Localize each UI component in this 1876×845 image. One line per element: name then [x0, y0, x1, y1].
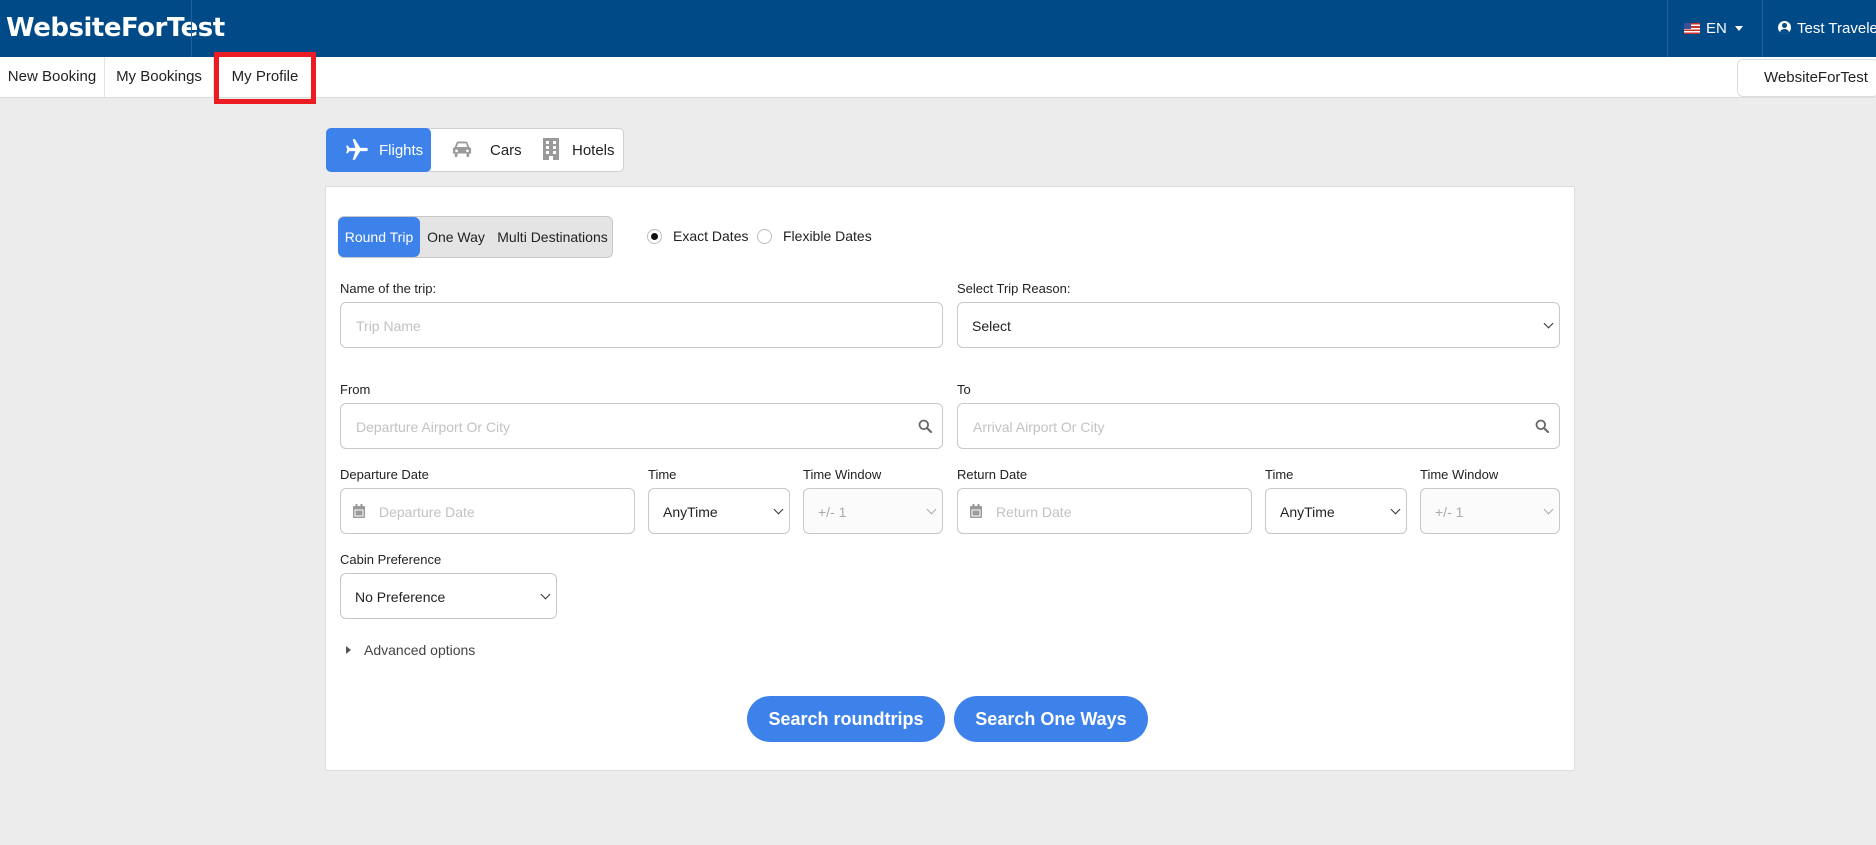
departure-time-label: Time: [648, 467, 677, 482]
car-icon: [452, 141, 472, 158]
trip-type-multi[interactable]: Multi Destinations: [492, 217, 613, 257]
return-time-select[interactable]: AnyTime: [1265, 488, 1407, 534]
return-window-value: +/- 1: [1435, 504, 1464, 520]
chevron-down-icon: [773, 504, 784, 515]
calendar-icon: [970, 504, 982, 518]
trip-type-one-way[interactable]: One Way: [420, 217, 492, 257]
cabin-value: No Preference: [355, 589, 446, 605]
departure-date-label: Departure Date: [340, 467, 429, 482]
return-date-placeholder: Return Date: [996, 504, 1072, 520]
chevron-down-icon: [1543, 504, 1554, 515]
return-date-input[interactable]: Return Date: [957, 488, 1252, 534]
airplane-icon: [346, 139, 368, 160]
caret-right-icon[interactable]: [346, 646, 351, 654]
trip-name-label: Name of the trip:: [340, 281, 437, 296]
chevron-down-icon: [1390, 504, 1401, 515]
search-card: [325, 186, 1575, 771]
advanced-options-toggle[interactable]: Advanced options: [364, 642, 475, 658]
highlight-box: [214, 52, 316, 104]
to-label: To: [957, 382, 971, 397]
departure-date-input[interactable]: Departure Date: [340, 488, 635, 534]
language-label: EN: [1706, 20, 1727, 37]
exact-dates-label: Exact Dates: [673, 228, 749, 244]
tab-hotels-label: Hotels: [572, 142, 615, 159]
cabin-select[interactable]: No Preference: [340, 573, 557, 619]
chevron-down-icon: [1543, 318, 1554, 329]
nav-site-button[interactable]: WebsiteForTest: [1737, 59, 1876, 97]
departure-window-value: +/- 1: [818, 504, 847, 520]
from-label: From: [340, 382, 371, 397]
return-window-label: Time Window: [1420, 467, 1499, 482]
user-name: Test Traveler: [1797, 20, 1876, 37]
chevron-down-icon: [926, 504, 937, 515]
chevron-down-icon: [540, 589, 551, 600]
nav-new-booking[interactable]: New Booking: [0, 57, 105, 97]
search-icon: [1535, 419, 1549, 433]
us-flag-icon: [1684, 23, 1700, 34]
departure-window-select[interactable]: +/- 1: [803, 488, 943, 534]
user-circle-icon: [1778, 21, 1791, 34]
calendar-icon: [353, 504, 365, 518]
departure-date-placeholder: Departure Date: [379, 504, 475, 520]
tab-flights[interactable]: Flights: [326, 128, 431, 172]
search-roundtrips-button[interactable]: Search roundtrips: [747, 696, 945, 742]
departure-window-label: Time Window: [803, 467, 882, 482]
language-selector[interactable]: EN: [1667, 0, 1762, 57]
from-input[interactable]: Departure Airport Or City: [340, 403, 943, 449]
tab-hotels[interactable]: Hotels: [526, 128, 623, 172]
cabin-label: Cabin Preference: [340, 552, 442, 567]
trip-type-round-trip[interactable]: Round Trip: [338, 217, 420, 257]
trip-name-placeholder: Trip Name: [356, 318, 421, 334]
to-input[interactable]: Arrival Airport Or City: [957, 403, 1560, 449]
mode-tabs: Flights Cars Hotels: [326, 128, 624, 172]
user-menu[interactable]: Test Traveler: [1762, 0, 1876, 57]
return-date-label: Return Date: [957, 467, 1028, 482]
return-time-label: Time: [1265, 467, 1294, 482]
from-placeholder: Departure Airport Or City: [356, 419, 511, 435]
trip-type-toggle: Round Trip One Way Multi Destinations: [338, 216, 613, 258]
trip-reason-select[interactable]: Select: [957, 302, 1560, 348]
divider: [191, 0, 192, 57]
tab-cars-label: Cars: [490, 142, 522, 159]
search-icon: [918, 419, 932, 433]
caret-down-icon: [1735, 26, 1743, 31]
to-placeholder: Arrival Airport Or City: [973, 419, 1105, 435]
departure-time-value: AnyTime: [663, 504, 718, 520]
radio-exact-dates[interactable]: [647, 229, 662, 244]
trip-reason-value: Select: [972, 318, 1011, 334]
tab-flights-label: Flights: [379, 142, 424, 159]
flexible-dates-label: Flexible Dates: [783, 228, 872, 244]
trip-reason-label: Select Trip Reason:: [957, 281, 1071, 296]
tab-cars[interactable]: Cars: [431, 128, 526, 172]
building-icon: [543, 138, 559, 160]
search-one-ways-button[interactable]: Search One Ways: [954, 696, 1148, 742]
trip-name-input[interactable]: Trip Name: [340, 302, 943, 348]
return-time-value: AnyTime: [1280, 504, 1335, 520]
top-bar: WebsiteForTest EN Test Traveler: [0, 0, 1876, 57]
nav-my-bookings[interactable]: My Bookings: [105, 57, 214, 97]
radio-flexible-dates[interactable]: [757, 229, 772, 244]
departure-time-select[interactable]: AnyTime: [648, 488, 790, 534]
return-window-select[interactable]: +/- 1: [1420, 488, 1560, 534]
